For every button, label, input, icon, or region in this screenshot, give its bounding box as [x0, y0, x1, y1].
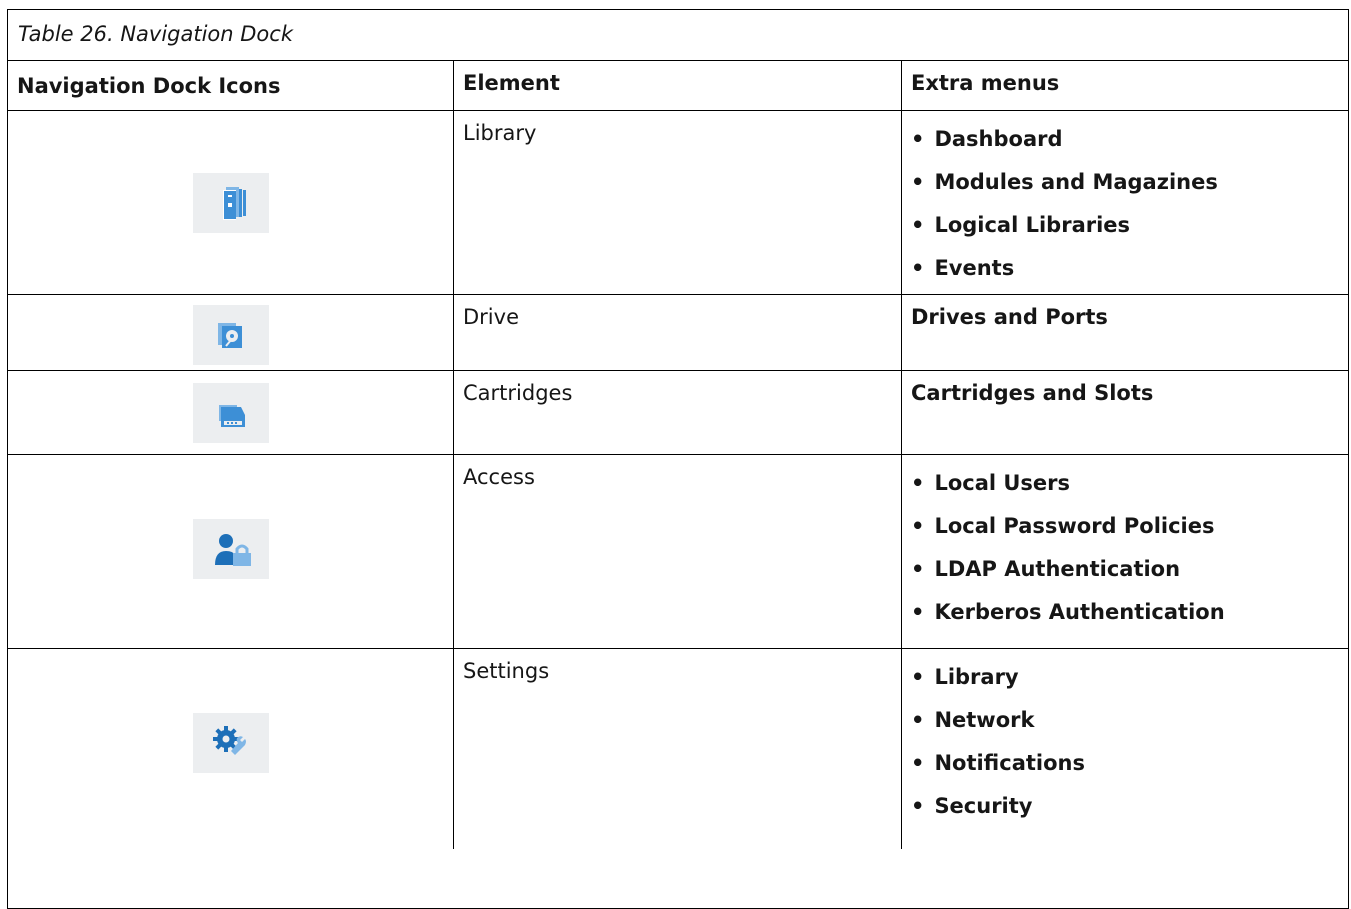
table-row: Cartridges Cartridges and Slots — [8, 371, 1348, 455]
access-icon — [193, 519, 269, 579]
element-cell: Drive — [454, 295, 902, 370]
menus-cell: Local Users Local Password Policies LDAP… — [902, 455, 1348, 648]
list-item: Dashboard — [911, 127, 1348, 170]
list-item: Library — [911, 665, 1348, 708]
table-row: Access Local Users Local Password Polici… — [8, 455, 1348, 649]
table-row: Settings Library Network Notifications S… — [8, 649, 1348, 849]
library-icon — [193, 173, 269, 233]
menus-cell: Cartridges and Slots — [902, 371, 1348, 454]
menus-cell: Drives and Ports — [902, 295, 1348, 370]
table-caption: Table 26. Navigation Dock — [8, 10, 1348, 61]
settings-icon — [193, 713, 269, 773]
list-item: Security — [911, 794, 1348, 837]
menus-cell: Library Network Notifications Security — [902, 649, 1348, 849]
list-item: Local Password Policies — [911, 514, 1348, 557]
cartridges-icon — [193, 383, 269, 443]
element-cell: Cartridges — [454, 371, 902, 454]
list-item: Modules and Magazines — [911, 170, 1348, 213]
table-row: Drive Drives and Ports — [8, 295, 1348, 371]
navigation-dock-table: Table 26. Navigation Dock Navigation Doc… — [7, 9, 1349, 909]
col-header-element: Element — [454, 61, 902, 110]
drive-icon — [193, 305, 269, 365]
menu-text: Drives and Ports — [911, 305, 1108, 329]
header-row: Navigation Dock Icons Element Extra menu… — [8, 61, 1348, 111]
list-item: Network — [911, 708, 1348, 751]
list-item: Notifications — [911, 751, 1348, 794]
list-item: Local Users — [911, 471, 1348, 514]
element-cell: Access — [454, 455, 902, 648]
col-header-icons: Navigation Dock Icons — [8, 61, 454, 110]
list-item: LDAP Authentication — [911, 557, 1348, 600]
element-cell: Settings — [454, 649, 902, 849]
menu-text: Cartridges and Slots — [911, 381, 1154, 405]
list-item: Events — [911, 256, 1348, 299]
menus-cell: Dashboard Modules and Magazines Logical … — [902, 111, 1348, 294]
list-item: Logical Libraries — [911, 213, 1348, 256]
list-item: Kerberos Authentication — [911, 600, 1348, 643]
table-row: Library Dashboard Modules and Magazines … — [8, 111, 1348, 295]
col-header-menus: Extra menus — [911, 71, 1060, 95]
element-cell: Library — [454, 111, 902, 294]
